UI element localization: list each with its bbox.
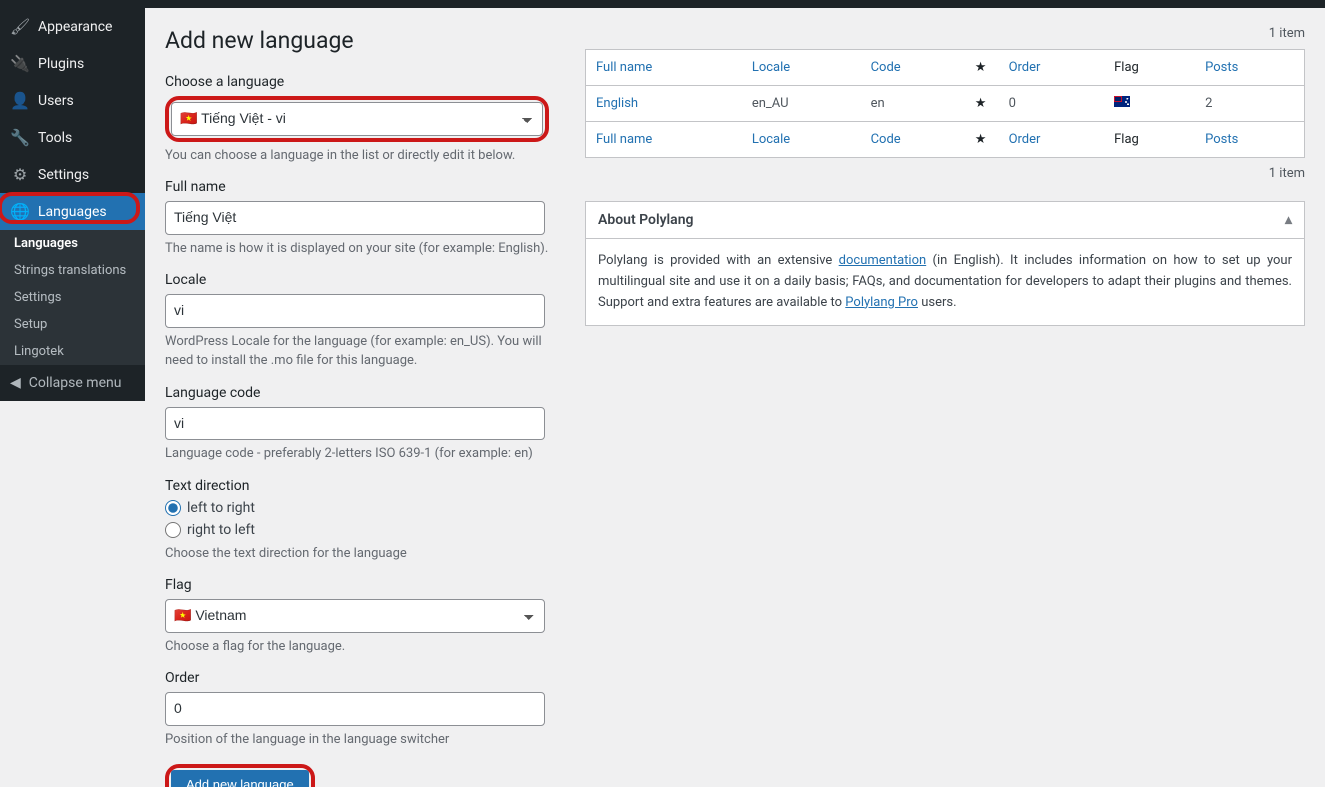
translate-icon: 🌐 — [10, 202, 30, 221]
collapse-menu[interactable]: ◀Collapse menu — [0, 365, 145, 401]
language-select[interactable]: 🇻🇳 Tiếng Việt - vi — [171, 102, 543, 136]
direction-desc: Choose the text direction for the langua… — [165, 544, 565, 564]
polylang-pro-link[interactable]: Polylang Pro — [845, 295, 918, 310]
table-row: English en_AU en ★ 0 2 — [586, 86, 1305, 122]
slider-icon: ⚙ — [10, 165, 30, 184]
about-polylang-title: About Polylang — [598, 212, 693, 228]
direction-rtl-text: right to left — [187, 522, 255, 538]
plug-icon: 🔌 — [10, 54, 30, 73]
direction-label: Text direction — [165, 478, 565, 494]
fullname-label: Full name — [165, 179, 565, 195]
sidebar-item-settings[interactable]: ⚙Settings — [0, 156, 145, 193]
flag-au-icon — [1114, 96, 1130, 107]
toggle-up-icon: ▴ — [1285, 212, 1292, 228]
sidebar-sub-lingotek[interactable]: Lingotek — [0, 338, 145, 365]
choose-language-desc: You can choose a language in the list or… — [165, 146, 565, 166]
brush-icon: 🖌 — [10, 17, 30, 36]
items-count-top: 1 item — [585, 26, 1305, 41]
add-language-button[interactable]: Add new language — [171, 770, 309, 787]
flag-select[interactable]: 🇻🇳 Vietnam — [165, 599, 545, 633]
locale-desc: WordPress Locale for the language (for e… — [165, 332, 565, 371]
colf-posts[interactable]: Posts — [1195, 122, 1304, 158]
about-polylang-header[interactable]: About Polylang ▴ — [586, 202, 1304, 239]
sidebar-sub-setup[interactable]: Setup — [0, 311, 145, 338]
order-label: Order — [165, 670, 565, 686]
flag-desc: Choose a flag for the language. — [165, 637, 565, 657]
about-polylang-box: About Polylang ▴ Polylang is provided wi… — [585, 201, 1305, 326]
col-default[interactable]: ★ — [963, 50, 999, 86]
highlight-submit-button: Add new language — [165, 764, 315, 787]
collapse-icon: ◀ — [10, 375, 21, 391]
admin-toolbar: ⓦ 🏠 Vy Demo site 🗨 0 ＋ New 🏳 Show all la… — [0, 0, 1325, 8]
sidebar-item-plugins[interactable]: 🔌Plugins — [0, 45, 145, 82]
about-polylang-content: Polylang is provided with an extensive d… — [586, 239, 1304, 325]
star-icon: ★ — [975, 132, 987, 147]
order-desc: Position of the language in the language… — [165, 730, 565, 750]
user-icon: 👤 — [10, 91, 30, 110]
choose-language-label: Choose a language — [165, 74, 565, 90]
star-icon: ★ — [975, 96, 987, 111]
admin-sidebar: 🖌Appearance 🔌Plugins 👤Users 🔧Tools ⚙Sett… — [0, 8, 145, 401]
col-flag: Flag — [1104, 50, 1195, 86]
row-order: 0 — [999, 86, 1105, 122]
fullname-desc: The name is how it is displayed on your … — [165, 239, 565, 259]
colf-order[interactable]: Order — [999, 122, 1105, 158]
code-label: Language code — [165, 385, 565, 401]
sidebar-item-appearance[interactable]: 🖌Appearance — [0, 8, 145, 45]
col-locale[interactable]: Locale — [742, 50, 861, 86]
colf-locale[interactable]: Locale — [742, 122, 861, 158]
direction-ltr-text: left to right — [187, 500, 255, 516]
order-input[interactable] — [165, 692, 545, 726]
sidebar-submenu-languages: Languages Strings translations Settings … — [0, 230, 145, 365]
sidebar-sub-languages[interactable]: Languages — [0, 230, 145, 257]
colf-default[interactable]: ★ — [963, 122, 999, 158]
row-default-star[interactable]: ★ — [963, 86, 999, 122]
code-desc: Language code - preferably 2-letters ISO… — [165, 444, 565, 464]
direction-rtl-radio[interactable] — [165, 522, 181, 538]
sidebar-sub-settings[interactable]: Settings — [0, 284, 145, 311]
highlight-language-select: 🇻🇳 Tiếng Việt - vi — [165, 96, 549, 142]
items-count-bottom: 1 item — [585, 166, 1305, 181]
col-posts[interactable]: Posts — [1195, 50, 1304, 86]
languages-table: Full name Locale Code ★ Order Flag Posts… — [585, 49, 1305, 158]
sidebar-item-tools[interactable]: 🔧Tools — [0, 119, 145, 156]
locale-label: Locale — [165, 272, 565, 288]
row-posts: 2 — [1195, 86, 1304, 122]
col-code[interactable]: Code — [861, 50, 963, 86]
row-fullname-link[interactable]: English — [596, 96, 638, 111]
colf-code[interactable]: Code — [861, 122, 963, 158]
documentation-link[interactable]: documentation — [839, 253, 927, 268]
locale-input[interactable] — [165, 294, 545, 328]
row-code: en — [861, 86, 963, 122]
col-fullname[interactable]: Full name — [586, 50, 742, 86]
code-input[interactable] — [165, 407, 545, 441]
row-locale: en_AU — [742, 86, 861, 122]
col-order[interactable]: Order — [999, 50, 1105, 86]
row-flag — [1104, 86, 1195, 122]
colf-flag: Flag — [1104, 122, 1195, 158]
colf-fullname[interactable]: Full name — [586, 122, 742, 158]
star-icon: ★ — [975, 60, 987, 75]
flag-label: Flag — [165, 577, 565, 593]
fullname-input[interactable] — [165, 201, 545, 235]
sidebar-item-users[interactable]: 👤Users — [0, 82, 145, 119]
sidebar-sub-strings[interactable]: Strings translations — [0, 257, 145, 284]
wrench-icon: 🔧 — [10, 128, 30, 147]
page-title: Add new language — [165, 27, 565, 54]
direction-ltr-radio[interactable] — [165, 500, 181, 516]
sidebar-item-languages[interactable]: 🌐Languages — [0, 193, 145, 230]
